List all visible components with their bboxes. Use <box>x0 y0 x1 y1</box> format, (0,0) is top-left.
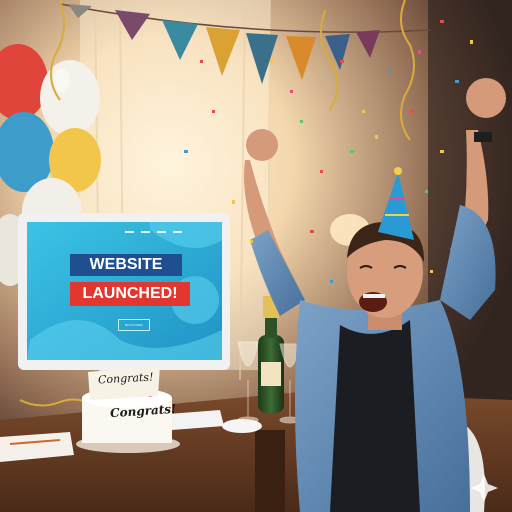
screen-headline-line2: LAUNCHED! <box>70 282 190 306</box>
desk-leg <box>255 430 285 512</box>
monitor-screen: WEBSITE LAUNCHED! DISCOVER <box>27 222 222 360</box>
screen-cta-button: DISCOVER <box>118 319 150 331</box>
screen-nav <box>125 231 182 233</box>
screen-headline-line1: WEBSITE <box>70 254 182 276</box>
